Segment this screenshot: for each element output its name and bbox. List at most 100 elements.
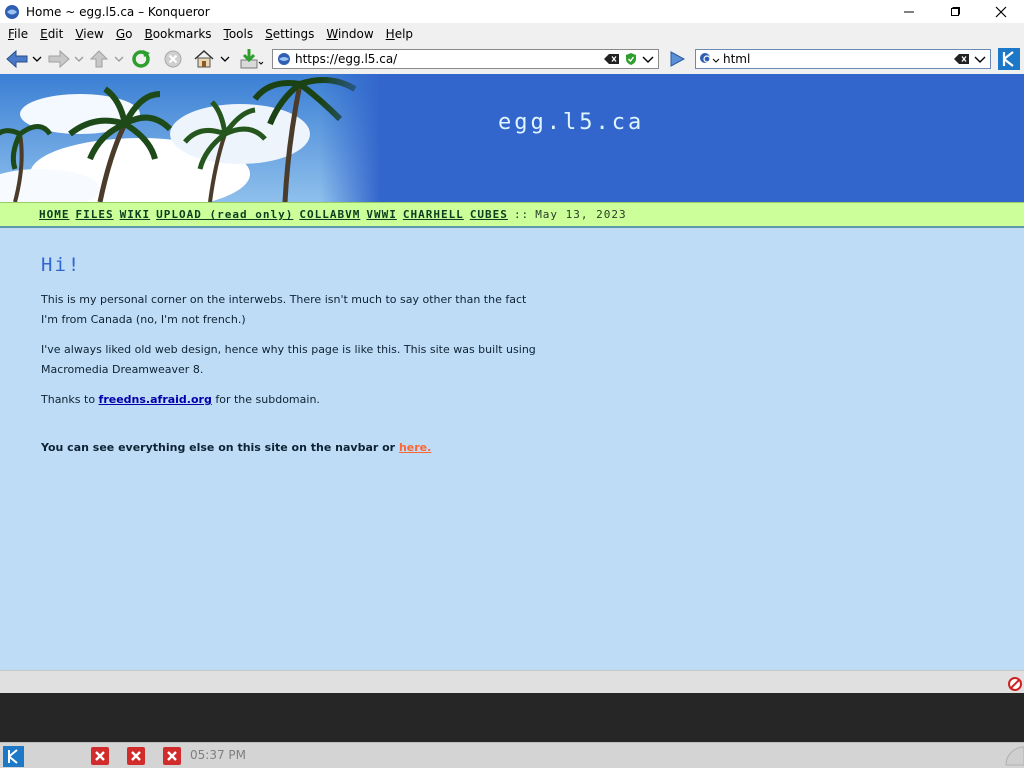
- menu-item-tools[interactable]: Tools: [218, 27, 260, 41]
- menu-item-bookmarks[interactable]: Bookmarks: [138, 27, 217, 41]
- taskbar-close-icon[interactable]: [163, 747, 181, 765]
- navbar-note: You can see everything else on this site…: [41, 438, 541, 458]
- close-button[interactable]: [978, 0, 1024, 23]
- menu-mnemonic: S: [265, 26, 273, 41]
- back-arrow-icon: [6, 49, 42, 69]
- minimize-button[interactable]: [886, 0, 932, 23]
- go-arrow-icon: [670, 51, 686, 67]
- nav-link-cubes[interactable]: CUBES: [470, 208, 508, 221]
- konqueror-icon: [5, 4, 19, 19]
- here-link[interactable]: here.: [399, 441, 431, 454]
- kde-logo-button[interactable]: [998, 48, 1020, 70]
- search-input[interactable]: html: [723, 52, 954, 66]
- menu-label: dit: [47, 26, 64, 41]
- menu-label: ile: [14, 26, 29, 41]
- window-title: Home ~ egg.l5.ca – Konqueror: [26, 4, 210, 19]
- taskbar-close-icon[interactable]: [91, 747, 109, 765]
- kde-logo-icon: [998, 48, 1020, 70]
- nav-separator: ::: [513, 208, 530, 221]
- menu-item-go[interactable]: Go: [110, 27, 139, 41]
- menu-label: ettings: [272, 26, 315, 41]
- download-icon: [240, 49, 264, 69]
- menu-mnemonic: W: [326, 26, 338, 41]
- minimize-icon: [904, 11, 914, 12]
- reload-button[interactable]: [130, 48, 152, 70]
- menu-label: iew: [83, 26, 104, 41]
- nav-link-upload-read-only[interactable]: UPLOAD (read only): [156, 208, 293, 221]
- site-title: egg.l5.ca: [498, 110, 645, 135]
- menu-item-edit[interactable]: Edit: [34, 27, 69, 41]
- menu-mnemonic: E: [40, 26, 48, 41]
- menu-item-file[interactable]: File: [2, 27, 34, 41]
- menu-mnemonic: B: [144, 26, 153, 41]
- menu-item-view[interactable]: View: [69, 27, 109, 41]
- thanks-paragraph: Thanks to freedns.afraid.org for the sub…: [41, 390, 541, 410]
- thanks-suffix: for the subdomain.: [215, 393, 320, 406]
- clock: 05:37 PM: [190, 748, 246, 762]
- clear-search-icon[interactable]: [954, 53, 970, 65]
- menu-mnemonic: G: [115, 26, 126, 41]
- desktop-corner-icon[interactable]: [1002, 743, 1024, 768]
- design-paragraph: I've always liked old web design, hence …: [41, 343, 536, 376]
- main-content: Hi! This is my personal corner on the in…: [41, 254, 541, 468]
- go-button[interactable]: [666, 48, 688, 70]
- home-button[interactable]: [192, 48, 232, 70]
- url-bar[interactable]: https://egg.l5.ca/: [272, 49, 659, 69]
- menu-label: elp: [394, 26, 414, 41]
- toolbar: https://egg.l5.ca/ html: [0, 44, 1024, 74]
- nav-link-wiki[interactable]: WIKI: [120, 208, 151, 221]
- url-history-dropdown-icon[interactable]: [642, 54, 654, 64]
- intro-paragraph: This is my personal corner on the interw…: [41, 293, 527, 326]
- menu-item-settings[interactable]: Settings: [259, 27, 320, 41]
- taskbar-close-icon[interactable]: [127, 747, 145, 765]
- palm-trees-image: [0, 74, 380, 202]
- stop-button[interactable]: [162, 48, 184, 70]
- back-button[interactable]: [4, 48, 44, 70]
- freedns-link[interactable]: freedns.afraid.org: [99, 393, 212, 406]
- taskbar: 05:37 PM: [0, 742, 1024, 768]
- menu-label: o: [125, 26, 133, 41]
- page-globe-icon: [278, 53, 290, 65]
- site-navbar: HOME FILES WIKI UPLOAD (read only) COLLABVM V…: [0, 202, 1024, 228]
- site-banner: egg.l5.ca: [0, 74, 1024, 202]
- close-icon: [995, 6, 1007, 17]
- page-heading: Hi!: [41, 254, 82, 276]
- menu-mnemonic: H: [385, 26, 395, 41]
- reload-icon: [132, 50, 150, 68]
- clear-url-icon[interactable]: [604, 53, 620, 65]
- blocked-content-icon[interactable]: [1008, 677, 1022, 691]
- menu-label: ools: [228, 26, 254, 41]
- url-text[interactable]: https://egg.l5.ca/: [295, 52, 604, 66]
- stop-icon: [164, 50, 182, 68]
- search-dropdown-icon[interactable]: [974, 54, 986, 64]
- menu-label: ookmarks: [152, 26, 212, 41]
- maximize-icon: [951, 6, 960, 16]
- maximize-button[interactable]: [932, 0, 978, 23]
- forward-arrow-icon: [48, 49, 84, 69]
- web-page: egg.l5.ca HOME FILES WIKI UPLOAD (read only…: [0, 74, 1024, 670]
- menu-bar: File Edit View Go Bookmarks Tools Settings Wind…: [0, 23, 1024, 44]
- nav-link-vwwi[interactable]: VWWI: [366, 208, 397, 221]
- security-shield-icon[interactable]: [624, 52, 638, 66]
- up-arrow-icon: [89, 50, 124, 68]
- menu-item-help[interactable]: Help: [380, 27, 419, 41]
- menu-label: indow: [337, 26, 374, 41]
- search-bar[interactable]: html: [695, 49, 991, 69]
- menu-item-window[interactable]: Window: [320, 27, 379, 41]
- nav-link-charhell[interactable]: CHARHELL: [403, 208, 464, 221]
- kde-menu-icon[interactable]: [3, 746, 24, 767]
- forward-button[interactable]: [46, 48, 86, 70]
- up-button[interactable]: [88, 48, 126, 70]
- title-bar: Home ~ egg.l5.ca – Konqueror: [0, 0, 1024, 23]
- nav-link-home[interactable]: HOME: [39, 208, 70, 221]
- search-provider-icon[interactable]: [699, 52, 721, 66]
- status-bar: [0, 670, 1024, 693]
- home-icon: [194, 49, 230, 68]
- nav-date: May 13, 2023: [535, 208, 627, 221]
- navbar-note-text: You can see everything else on this site…: [41, 441, 396, 454]
- thanks-prefix: Thanks to: [41, 393, 96, 406]
- nav-link-collabvm[interactable]: COLLABVM: [299, 208, 360, 221]
- desktop-background: [0, 693, 1024, 742]
- download-button[interactable]: [238, 48, 266, 70]
- nav-link-files[interactable]: FILES: [76, 208, 114, 221]
